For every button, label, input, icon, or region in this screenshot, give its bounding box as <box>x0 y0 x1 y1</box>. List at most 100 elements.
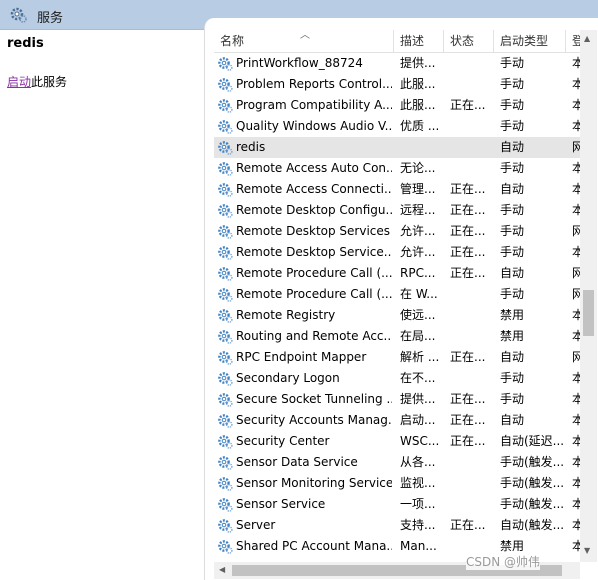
service-name: Routing and Remote Acc... <box>236 329 392 343</box>
table-row[interactable]: PrintWorkflow_88724 提供... 手动本 <box>214 53 584 74</box>
table-row[interactable]: Sensor Data Service 从各... 手动(触发... 本 <box>214 452 584 473</box>
service-status: 正在... <box>450 266 486 280</box>
service-name: Sensor Service <box>236 497 326 511</box>
service-description: 支持... <box>400 518 436 532</box>
table-row[interactable]: Security Center WSC... 正在... 自动(延迟... 本 <box>214 431 584 452</box>
table-row[interactable]: RPC Endpoint Mapper 解析 ... 正在... 自动网 <box>214 347 584 368</box>
service-startup-type: 自动 <box>500 140 525 154</box>
vertical-scroll-thumb[interactable] <box>583 290 594 336</box>
service-description: 在不... <box>400 371 436 385</box>
service-gear-icon <box>217 286 233 302</box>
service-gear-icon <box>217 181 233 197</box>
service-startup-type: 手动(触发... <box>500 476 565 490</box>
service-gear-icon <box>217 370 233 386</box>
service-description: RPC... <box>400 266 436 280</box>
service-startup-type: 手动(触发... <box>500 497 565 511</box>
scroll-left-icon[interactable]: ◀ <box>219 565 225 574</box>
service-name: redis <box>236 140 266 154</box>
service-gear-icon <box>217 139 233 155</box>
service-name: Remote Desktop Configu... <box>236 203 392 217</box>
service-name: RPC Endpoint Mapper <box>236 350 367 364</box>
table-row[interactable]: Security Accounts Manag... 启动... 正在... 自动本 <box>214 410 584 431</box>
service-gear-icon <box>217 118 233 134</box>
column-header-name[interactable]: 名称 <box>214 30 394 52</box>
column-header-status[interactable]: 状态 <box>444 30 494 52</box>
service-description: 解析 ... <box>400 350 440 364</box>
service-gear-icon <box>217 76 233 92</box>
service-gear-icon <box>217 391 233 407</box>
description-pane: redis 启动此服务 <box>0 30 203 578</box>
service-description: 使远... <box>400 308 436 322</box>
table-row[interactable]: Sensor Service 一项... 手动(触发... 本 <box>214 494 584 515</box>
services-table: PrintWorkflow_88724 提供... 手动本 Problem Repor… <box>214 53 584 557</box>
table-row[interactable]: Sensor Monitoring Service 监视... 手动(触发... 本 <box>214 473 584 494</box>
service-startup-type: 手动 <box>500 77 525 91</box>
table-row[interactable]: Remote Desktop Service... 允许... 正在... 手动本 <box>214 242 584 263</box>
service-name: Server <box>236 518 276 532</box>
table-row[interactable]: Quality Windows Audio V... 优质 ... 手动本 <box>214 116 584 137</box>
table-row[interactable]: Remote Registry 使远... 禁用本 <box>214 305 584 326</box>
column-header-description[interactable]: 描述 <box>394 30 444 52</box>
service-status <box>450 137 492 158</box>
table-row[interactable]: Server 支持... 正在... 自动(触发... 本 <box>214 515 584 536</box>
table-row[interactable]: Remote Procedure Call (... RPC... 正在... 自动网 <box>214 263 584 284</box>
service-name: Remote Access Auto Con... <box>236 161 392 175</box>
service-name: Remote Procedure Call (... <box>236 266 392 280</box>
service-description: 在 W... <box>400 287 438 301</box>
service-description: 从各... <box>400 455 436 469</box>
service-status <box>450 368 492 389</box>
service-gear-icon <box>217 328 233 344</box>
service-name: Security Center <box>236 434 330 448</box>
service-gear-icon <box>217 433 233 449</box>
table-row[interactable]: redis 自动网 <box>214 137 584 158</box>
service-name: Quality Windows Audio V... <box>236 119 392 133</box>
table-row[interactable]: Routing and Remote Acc... 在局... 禁用本 <box>214 326 584 347</box>
service-gear-icon <box>217 223 233 239</box>
scroll-up-icon[interactable]: ▲ <box>584 34 590 43</box>
service-description: 此服... <box>400 98 436 112</box>
service-startup-type: 自动 <box>500 182 525 196</box>
service-name: Shared PC Account Mana... <box>236 539 392 553</box>
service-gear-icon <box>217 475 233 491</box>
service-status: 正在... <box>450 203 486 217</box>
start-service-link[interactable]: 启动 <box>7 75 31 89</box>
service-gear-icon <box>217 97 233 113</box>
service-status: 正在... <box>450 98 486 112</box>
service-status: 正在... <box>450 413 486 427</box>
vertical-scrollbar[interactable]: ▲ ▼ <box>580 30 597 562</box>
service-status: 正在... <box>450 434 486 448</box>
service-startup-type: 禁用 <box>500 308 525 322</box>
service-name: Secure Socket Tunneling ... <box>236 392 392 406</box>
table-row[interactable]: Program Compatibility A... 此服... 正在... 手动本 <box>214 95 584 116</box>
table-row[interactable]: Remote Desktop Configu... 远程... 正在... 手动本 <box>214 200 584 221</box>
service-description <box>400 137 442 158</box>
table-row[interactable]: Remote Procedure Call (... 在 W... 手动网 <box>214 284 584 305</box>
table-row[interactable]: Secure Socket Tunneling ... 提供... 正在... 手动本 <box>214 389 584 410</box>
table-row[interactable]: Remote Access Connecti... 管理... 正在... 自动本 <box>214 179 584 200</box>
service-startup-type: 手动 <box>500 245 525 259</box>
service-action: 启动此服务 <box>7 73 67 90</box>
service-startup-type: 禁用 <box>500 329 525 343</box>
service-startup-type: 自动(触发... <box>500 518 565 532</box>
service-description: 提供... <box>400 56 436 70</box>
gear-icon <box>10 7 27 23</box>
service-name: Remote Access Connecti... <box>236 182 392 196</box>
service-gear-icon <box>217 55 233 71</box>
service-startup-type: 手动(触发... <box>500 455 565 469</box>
table-row[interactable]: Remote Access Auto Con... 无论... 手动本 <box>214 158 584 179</box>
service-status <box>450 284 492 305</box>
service-startup-type: 手动 <box>500 203 525 217</box>
service-status <box>450 53 492 74</box>
service-description: 在局... <box>400 329 436 343</box>
service-startup-type: 手动 <box>500 56 525 70</box>
table-row[interactable]: Problem Reports Control... 此服... 手动本 <box>214 74 584 95</box>
table-row[interactable]: Secondary Logon 在不... 手动本 <box>214 368 584 389</box>
service-gear-icon <box>217 244 233 260</box>
column-header-startup-type[interactable]: 启动类型 <box>494 30 566 52</box>
service-gear-icon <box>217 496 233 512</box>
service-status: 正在... <box>450 392 486 406</box>
scroll-down-icon[interactable]: ▼ <box>584 546 590 555</box>
service-startup-type: 手动 <box>500 98 525 112</box>
start-service-suffix: 此服务 <box>31 75 68 89</box>
table-row[interactable]: Remote Desktop Services 允许... 正在... 手动网 <box>214 221 584 242</box>
